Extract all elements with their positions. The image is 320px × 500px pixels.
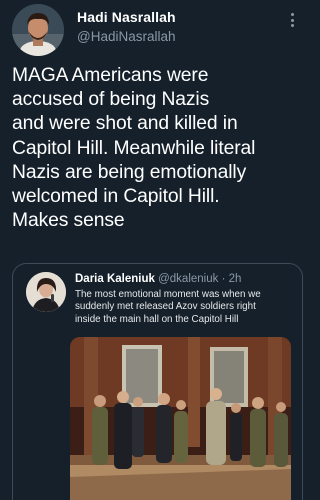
author-avatar[interactable]	[12, 4, 64, 56]
tweet-text: MAGA Americans were accused of being Naz…	[12, 64, 307, 233]
tweet-text-line: MAGA Americans were	[12, 65, 209, 86]
quoted-header: Daria Kaleniuk @dkaleniuk · 2h	[75, 273, 241, 285]
quoted-text-line: inside the main hall on the Capitol Hill	[75, 313, 239, 325]
quoted-text: The most emotional moment was when we su…	[75, 289, 297, 326]
tweet-text-line: Makes sense	[12, 210, 125, 232]
tweet: Hadi Nasrallah @HadiNasrallah MAGA Ameri…	[0, 0, 311, 500]
tweet-text-line: Capitol Hill. Meanwhile literal	[12, 137, 256, 159]
quoted-photo[interactable]	[70, 337, 291, 500]
quoted-author-avatar[interactable]	[26, 272, 66, 312]
author-handle[interactable]: @HadiNasrallah	[77, 29, 176, 44]
more-vertical-icon[interactable]	[287, 10, 297, 30]
quoted-author-name[interactable]: Daria Kaleniuk	[75, 273, 155, 285]
quoted-author-handle[interactable]: @dkaleniuk	[158, 273, 218, 285]
tweet-text-line: and were shot and killed in	[12, 113, 238, 135]
meta-separator: ·	[218, 273, 229, 285]
quoted-timestamp[interactable]: 2h	[229, 273, 242, 285]
tweet-text-line: Nazis are being emotionally	[12, 161, 247, 183]
tweet-text-line: welcomed in Capitol Hill.	[12, 186, 220, 208]
author-name[interactable]: Hadi Nasrallah	[77, 9, 176, 25]
quoted-tweet[interactable]: Daria Kaleniuk @dkaleniuk · 2h The most …	[12, 263, 303, 500]
quoted-text-line: suddenly met released Azov soldiers righ…	[75, 301, 256, 313]
tweet-text-line: accused of being Nazis	[12, 89, 210, 111]
quoted-text-line: The most emotional moment was when we	[75, 289, 261, 300]
